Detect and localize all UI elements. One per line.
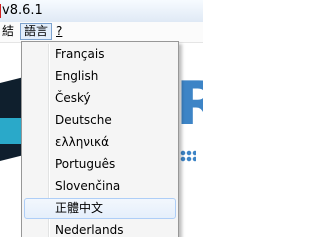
menu-item-label: Français [55,47,105,61]
menu-item-ellinika[interactable]: ελληνικά [24,132,176,153]
menu-item-traditional-chinese[interactable]: 正體中文 [24,198,176,219]
menu-item-label: Português [55,157,116,171]
menu-item-language[interactable]: 語言 [20,23,53,40]
app-icon [0,4,1,18]
menu-item-label: ? [56,24,63,38]
title-bar[interactable]: v8.6.1 [0,0,203,22]
menu-item-francais[interactable]: Français [24,44,176,65]
menu-item-label: ελληνικά [55,135,110,149]
app-window: v8.6.1 結 語言 ? R Français English Český D… [0,0,203,237]
language-dropdown-menu: Français English Český Deutsche ελληνικά… [21,41,179,237]
background-artwork-letter: R [176,69,203,139]
menu-item-label: Deutsche [55,113,112,127]
window-title: v8.6.1 [2,3,43,18]
menu-item-portugues[interactable]: Português [24,154,176,175]
menu-item-label: 結 [2,24,15,38]
menu-item-label: 語言 [24,24,49,38]
menu-item-nederlands[interactable]: Nederlands [24,220,176,237]
menu-item-deutsche[interactable]: Deutsche [24,110,176,131]
menu-bar: 結 語言 ? [0,22,203,43]
background-artwork-dots [180,150,196,162]
menu-item-label: 正體中文 [55,201,104,215]
menu-item-label: Nederlands [55,223,124,237]
menu-item-english[interactable]: English [24,66,176,87]
menu-item-label: Český [55,91,91,105]
menu-item-slovencina[interactable]: Slovenčina [24,176,176,197]
menu-item-partial[interactable]: 結 [0,23,17,40]
menu-item-label: English [55,69,99,83]
menu-item-label: Slovenčina [55,179,121,193]
menu-item-cesky[interactable]: Český [24,88,176,109]
menu-item-help[interactable]: ? [53,23,65,40]
